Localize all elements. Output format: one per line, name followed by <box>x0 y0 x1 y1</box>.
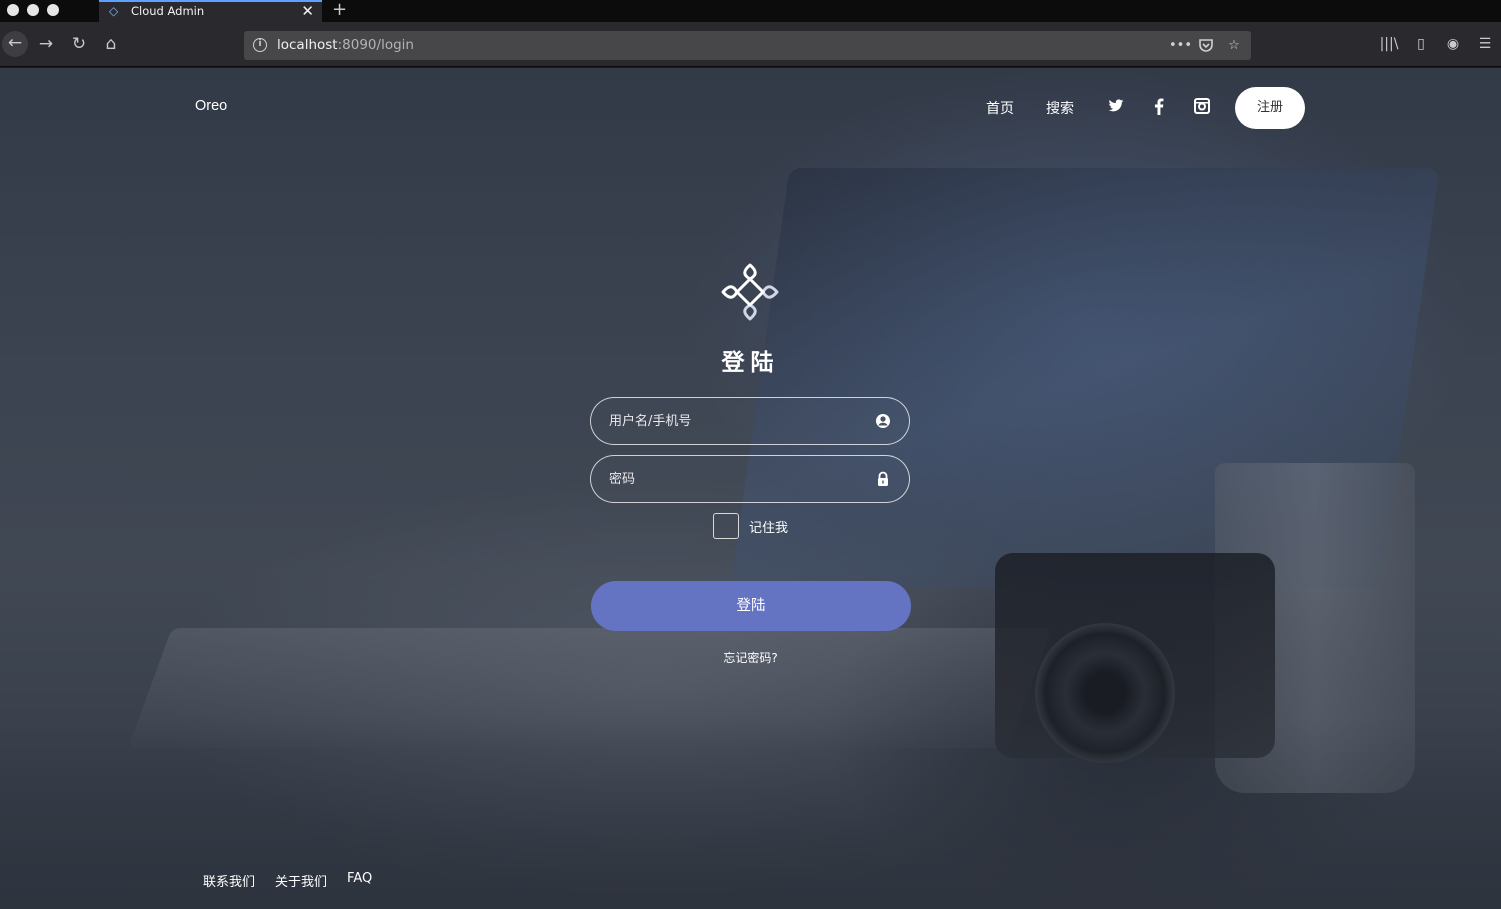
remember-me-checkbox[interactable] <box>713 513 739 539</box>
username-field-wrapper <box>590 397 910 445</box>
footer-about-link[interactable]: 关于我们 <box>275 871 327 890</box>
footer-links: 联系我们 关于我们 FAQ <box>203 871 372 890</box>
tab-title: Cloud Admin <box>131 4 205 18</box>
login-page: Oreo 首页 搜索 注册 登陆 用户名/手机号 记住我 登陆 忘记密码? 联系… <box>0 68 1501 909</box>
url-bar[interactable]: i localhost:8090/login ••• ☆ <box>244 31 1251 60</box>
forgot-password-link[interactable]: 忘记密码? <box>0 649 1501 666</box>
username-input[interactable] <box>609 398 859 444</box>
nav-search-link[interactable]: 搜索 <box>1046 98 1074 118</box>
top-navigation: 首页 搜索 注册 <box>986 87 1305 129</box>
url-text[interactable]: localhost:8090/login <box>277 37 414 54</box>
lock-icon <box>875 471 891 487</box>
facebook-icon[interactable] <box>1149 98 1169 118</box>
app-logo-icon <box>719 261 781 323</box>
password-field-wrapper <box>590 455 910 503</box>
pocket-icon[interactable] <box>1197 37 1215 55</box>
brand-logo-text[interactable]: Oreo <box>195 98 227 114</box>
forward-icon[interactable]: → <box>34 32 58 56</box>
page-actions-icon[interactable]: ••• <box>1169 37 1192 55</box>
nav-home-link[interactable]: 首页 <box>986 98 1014 118</box>
remember-me: 记住我 <box>713 513 788 539</box>
remember-me-label[interactable]: 记住我 <box>749 517 788 536</box>
new-tab-button[interactable]: + <box>332 0 347 20</box>
reload-icon[interactable]: ↻ <box>67 32 91 56</box>
login-title: 登陆 <box>721 350 780 376</box>
user-circle-icon <box>875 413 891 429</box>
twitter-icon[interactable] <box>1106 98 1126 118</box>
account-icon[interactable]: ◉ <box>1437 32 1469 56</box>
close-window-button[interactable] <box>7 4 19 16</box>
bookmark-star-icon[interactable]: ☆ <box>1225 37 1243 55</box>
footer-faq-link[interactable]: FAQ <box>347 871 372 890</box>
register-button[interactable]: 注册 <box>1235 87 1305 129</box>
tab-close-icon[interactable]: ✕ <box>301 3 314 19</box>
menu-icon[interactable]: ☰ <box>1469 32 1501 56</box>
password-input[interactable] <box>609 456 859 502</box>
back-icon[interactable]: ← <box>2 31 28 57</box>
site-info-icon[interactable]: i <box>253 38 267 52</box>
zoom-window-button[interactable] <box>47 4 59 16</box>
minimize-window-button[interactable] <box>27 4 39 16</box>
library-icon[interactable]: |||\ <box>1373 32 1405 56</box>
favicon-icon: ◇ <box>109 4 119 18</box>
sidebar-icon[interactable]: ▯ <box>1405 32 1437 56</box>
home-icon[interactable]: ⌂ <box>99 32 123 56</box>
login-submit-button[interactable]: 登陆 <box>591 581 911 631</box>
instagram-icon[interactable] <box>1192 98 1212 118</box>
browser-navigation-bar: ← → ↻ ⌂ i localhost:8090/login ••• ☆ |||… <box>0 22 1501 67</box>
footer-contact-link[interactable]: 联系我们 <box>203 871 255 890</box>
browser-tab-bar: ◇ Cloud Admin ✕ + <box>0 0 1501 22</box>
browser-tab-active[interactable]: ◇ Cloud Admin ✕ <box>99 0 322 22</box>
